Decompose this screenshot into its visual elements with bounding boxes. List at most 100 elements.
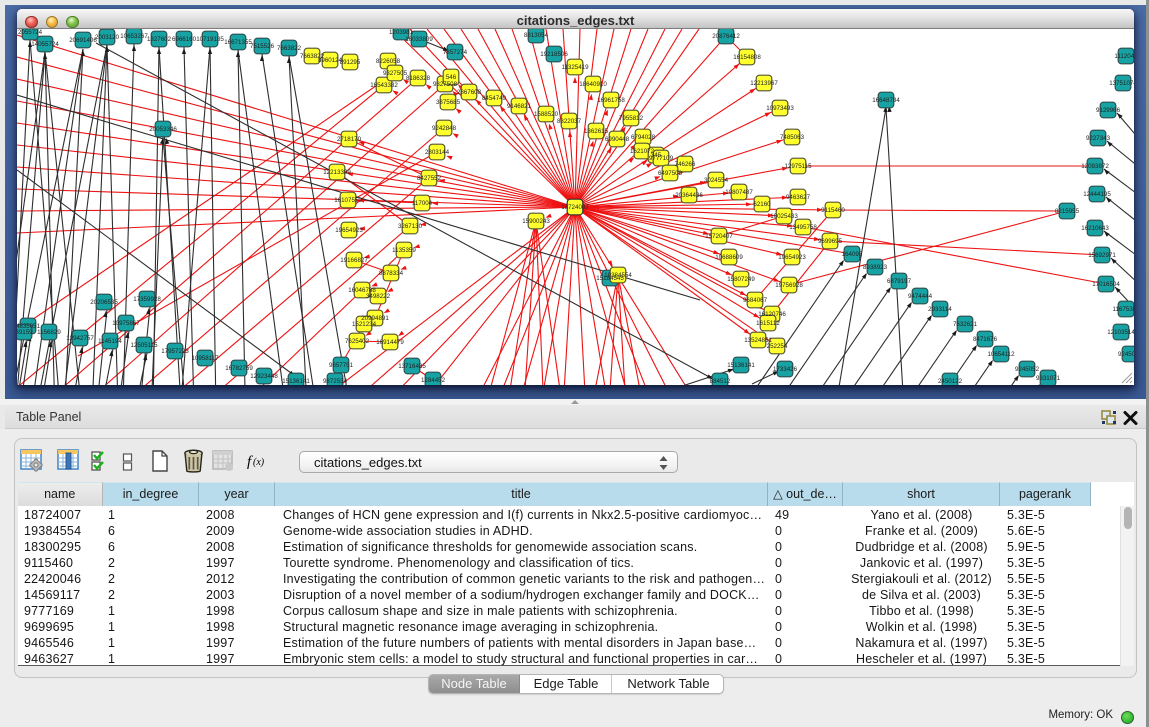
svg-text:11675300: 11675300 xyxy=(1112,306,1134,313)
svg-text:16107559: 16107559 xyxy=(334,197,362,204)
svg-text:12942757: 12942757 xyxy=(66,335,94,342)
svg-text:1327602: 1327602 xyxy=(147,36,172,43)
svg-text:16914479: 16914479 xyxy=(376,339,404,346)
svg-text:10654112: 10654112 xyxy=(987,351,1015,358)
svg-text:13716485: 13716485 xyxy=(398,363,426,370)
svg-text:20364436: 20364436 xyxy=(675,192,703,199)
svg-text:1362615: 1362615 xyxy=(584,128,609,135)
svg-text:164095: 164095 xyxy=(842,251,863,258)
svg-text:9146821: 9146821 xyxy=(507,103,532,110)
svg-text:7955812: 7955812 xyxy=(619,115,644,122)
svg-text:12103514: 12103514 xyxy=(1107,329,1134,336)
svg-text:7357274: 7357274 xyxy=(443,49,468,56)
svg-text:8322037: 8322037 xyxy=(557,118,582,125)
svg-text:884512: 884512 xyxy=(710,378,731,385)
svg-text:10688609: 10688609 xyxy=(715,254,743,261)
svg-text:19218506: 19218506 xyxy=(540,51,568,58)
svg-text:9227343: 9227343 xyxy=(1086,135,1111,142)
svg-text:1112043: 1112043 xyxy=(1114,53,1134,60)
svg-text:9699695: 9699695 xyxy=(818,238,843,245)
svg-text:16120746: 16120746 xyxy=(758,311,786,318)
svg-text:8427552: 8427552 xyxy=(417,175,442,182)
svg-text:18640910: 18640910 xyxy=(579,81,607,88)
svg-text:9327508: 9327508 xyxy=(433,81,458,88)
svg-text:10973493: 10973493 xyxy=(766,105,794,112)
svg-text:10975867: 10975867 xyxy=(112,320,140,327)
svg-text:2718170: 2718170 xyxy=(337,136,362,143)
svg-text:12505115: 12505115 xyxy=(130,342,158,349)
svg-text:9115460: 9115460 xyxy=(821,207,845,214)
svg-text:891295: 891295 xyxy=(340,59,361,66)
svg-text:7625402: 7625402 xyxy=(345,338,370,345)
svg-text:19756928: 19756928 xyxy=(775,282,803,289)
svg-text:10719185: 10719185 xyxy=(196,36,224,43)
svg-text:14055724: 14055724 xyxy=(31,41,59,48)
svg-text:1733426: 1733426 xyxy=(773,366,798,373)
svg-text:8186328: 8186328 xyxy=(406,75,431,82)
svg-text:9463627: 9463627 xyxy=(786,194,811,201)
svg-text:20691406: 20691406 xyxy=(69,37,97,44)
svg-text:12923448: 12923448 xyxy=(250,373,278,380)
svg-text:1521234: 1521234 xyxy=(352,321,377,328)
svg-text:6879197: 6879197 xyxy=(887,278,912,285)
svg-text:15807249: 15807249 xyxy=(727,276,755,283)
svg-text:7663822: 7663822 xyxy=(277,45,302,52)
svg-text:15692971: 15692971 xyxy=(1088,252,1116,259)
svg-text:18724007: 18724007 xyxy=(561,204,589,211)
svg-text:9777109: 9777109 xyxy=(649,155,674,162)
svg-text:1135359: 1135359 xyxy=(392,247,416,254)
svg-text:16961758: 16961758 xyxy=(597,97,625,104)
svg-text:8878334: 8878334 xyxy=(379,270,404,277)
svg-text:16648784: 16648784 xyxy=(872,97,900,104)
svg-text:9872534: 9872534 xyxy=(323,378,348,385)
svg-text:9474444: 9474444 xyxy=(908,293,933,300)
svg-text:10958117: 10958117 xyxy=(191,355,219,362)
svg-text:9242848: 9242848 xyxy=(432,125,457,132)
svg-text:17016504: 17016504 xyxy=(1092,281,1120,288)
svg-text:39159: 39159 xyxy=(17,329,33,336)
svg-text:62160: 62160 xyxy=(753,201,771,208)
svg-text:8471676: 8471676 xyxy=(973,336,998,343)
svg-text:6794028: 6794028 xyxy=(631,134,656,141)
svg-text:16671355: 16671355 xyxy=(224,39,252,46)
svg-text:3875685: 3875685 xyxy=(436,99,461,106)
svg-text:9327505: 9327505 xyxy=(383,70,408,77)
svg-text:3024554: 3024554 xyxy=(704,177,729,184)
svg-text:20876412: 20876412 xyxy=(712,33,740,40)
svg-text:6497508: 6497508 xyxy=(658,170,683,177)
svg-text:9684067: 9684067 xyxy=(743,297,768,304)
svg-text:15900243: 15900243 xyxy=(522,218,550,225)
svg-text:9245052: 9245052 xyxy=(1015,366,1040,373)
svg-text:546: 546 xyxy=(446,74,457,81)
svg-text:10807487: 10807487 xyxy=(725,189,753,196)
svg-text:2003120: 2003120 xyxy=(95,34,120,41)
svg-text:117004: 117004 xyxy=(412,200,433,207)
svg-text:7515526: 7515526 xyxy=(250,43,275,50)
svg-text:15720407: 15720407 xyxy=(705,233,733,240)
svg-text:2803144: 2803144 xyxy=(425,149,450,156)
svg-text:19166827: 19166827 xyxy=(340,257,368,264)
svg-text:8813054: 8813054 xyxy=(524,32,549,39)
svg-text:20206535: 20206535 xyxy=(90,299,118,306)
svg-text:16543382: 16543382 xyxy=(370,82,398,89)
svg-text:19654923: 19654923 xyxy=(778,254,806,261)
svg-text:16782759: 16782759 xyxy=(225,365,253,372)
svg-text:16033809: 16033809 xyxy=(405,36,433,43)
svg-text:16154808: 16154808 xyxy=(733,54,761,61)
svg-text:12975115: 12975115 xyxy=(784,163,812,170)
svg-text:7632621: 7632621 xyxy=(953,321,978,328)
svg-text:12093872: 12093872 xyxy=(1081,163,1109,170)
svg-text:6990448: 6990448 xyxy=(605,136,630,143)
svg-text:17359928: 17359928 xyxy=(133,296,161,303)
svg-text:11325419: 11325419 xyxy=(561,64,589,71)
svg-text:9857751: 9857751 xyxy=(329,362,354,369)
svg-text:19654923: 19654923 xyxy=(335,227,363,234)
svg-text:8454749: 8454749 xyxy=(482,95,507,102)
svg-text:10653267: 10653267 xyxy=(120,33,148,40)
svg-text:9331071: 9331071 xyxy=(1036,375,1061,382)
svg-text:15136141: 15136141 xyxy=(727,362,755,369)
svg-text:9129966: 9129966 xyxy=(1096,107,1121,114)
svg-text:1203981: 1203981 xyxy=(389,29,414,36)
svg-text:3498222: 3498222 xyxy=(366,293,391,300)
svg-text:746266: 746266 xyxy=(675,161,696,168)
